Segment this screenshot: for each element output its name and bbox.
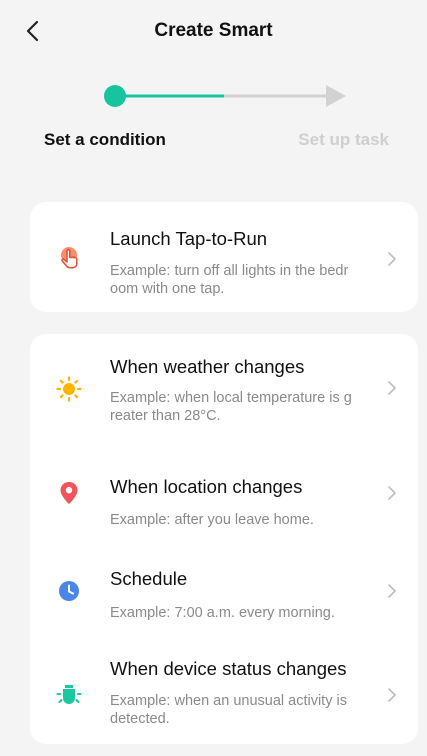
step-current-label: Set a condition — [44, 130, 166, 149]
option-weather-changes[interactable]: When weather changes Example: when local… — [30, 334, 418, 434]
option-location-changes[interactable]: When location changes Example: after you… — [30, 456, 418, 536]
chevron-right-icon — [388, 486, 396, 500]
option-title: When weather changes — [110, 356, 305, 377]
option-device-status-changes[interactable]: When device status changes Example: when… — [30, 644, 418, 744]
chevron-right-icon — [388, 252, 396, 266]
option-description: Example: when local temperature is g rea… — [110, 390, 352, 424]
header-bar: Create Smart — [0, 0, 427, 64]
progress-stepper — [104, 85, 346, 107]
option-schedule[interactable]: Schedule Example: 7:00 a.m. every mornin… — [30, 554, 418, 634]
device-status-icon — [56, 685, 82, 704]
option-title: Launch Tap-to-Run — [110, 228, 268, 249]
option-launch-tap-to-run[interactable]: Launch Tap-to-Run Example: turn off all … — [30, 202, 418, 312]
tap-hand-icon — [61, 247, 78, 269]
step-next-arrow-icon — [326, 85, 346, 107]
option-description: Example: when an unusual activity is det… — [110, 693, 347, 727]
option-description: Example: after you leave home. — [110, 512, 314, 528]
step-next-label: Set up task — [298, 130, 389, 149]
location-pin-icon — [60, 482, 78, 504]
chevron-right-icon — [388, 688, 396, 702]
chevron-right-icon — [388, 584, 396, 598]
tap-to-run-card: Launch Tap-to-Run Example: turn off all … — [30, 202, 418, 312]
option-description: Example: 7:00 a.m. every morning. — [110, 605, 335, 621]
option-title: When location changes — [110, 476, 303, 497]
clock-icon — [59, 581, 79, 601]
step-labels: Set a condition Set up task — [0, 130, 427, 152]
sun-icon — [56, 376, 82, 402]
option-title: When device status changes — [110, 658, 347, 679]
chevron-right-icon — [388, 381, 396, 395]
option-title: Schedule — [110, 568, 188, 589]
step-current-dot — [104, 85, 126, 107]
option-description: Example: turn off all lights in the bedr… — [110, 263, 349, 297]
condition-options-card: When weather changes Example: when local… — [30, 334, 418, 744]
page-title: Create Smart — [154, 20, 273, 41]
